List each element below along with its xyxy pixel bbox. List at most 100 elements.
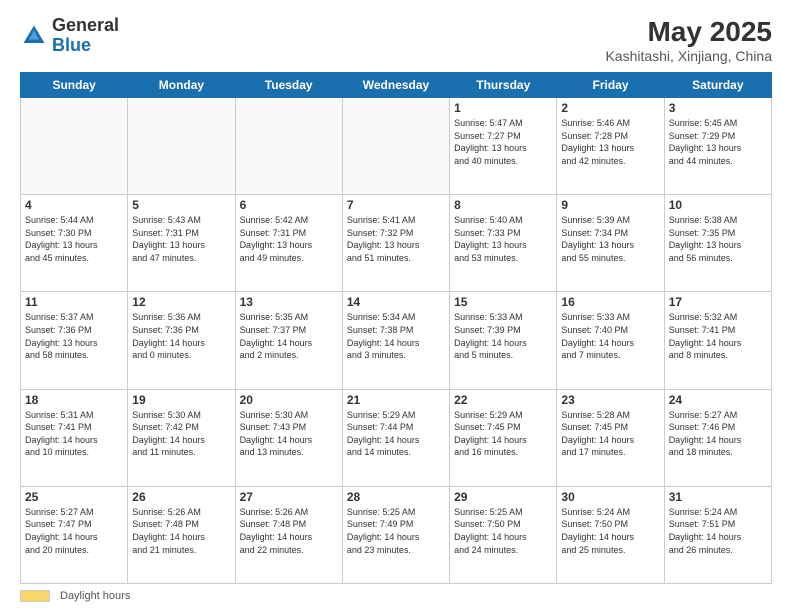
day-of-week-header: Wednesday <box>342 73 449 98</box>
day-info: Sunrise: 5:34 AM Sunset: 7:38 PM Dayligh… <box>347 311 445 361</box>
day-number: 10 <box>669 198 767 212</box>
calendar-cell: 24 Sunrise: 5:27 AM Sunset: 7:46 PM Dayli… <box>664 389 771 486</box>
location: Kashitashi, Xinjiang, China <box>605 48 772 64</box>
day-info: Sunrise: 5:33 AM Sunset: 7:40 PM Dayligh… <box>561 311 659 361</box>
logo-text: General Blue <box>52 16 119 56</box>
calendar-cell: 19 Sunrise: 5:30 AM Sunset: 7:42 PM Dayli… <box>128 389 235 486</box>
day-number: 3 <box>669 101 767 115</box>
day-of-week-header: Sunday <box>21 73 128 98</box>
day-info: Sunrise: 5:25 AM Sunset: 7:50 PM Dayligh… <box>454 506 552 556</box>
day-of-week-header: Saturday <box>664 73 771 98</box>
day-number: 27 <box>240 490 338 504</box>
day-info: Sunrise: 5:44 AM Sunset: 7:30 PM Dayligh… <box>25 214 123 264</box>
day-info: Sunrise: 5:47 AM Sunset: 7:27 PM Dayligh… <box>454 117 552 167</box>
calendar-cell <box>342 98 449 195</box>
day-number: 17 <box>669 295 767 309</box>
calendar-cell: 18Sunrise: 5:31 AM Sunset: 7:41 PM Dayli… <box>21 389 128 486</box>
footer: Daylight hours <box>20 590 772 602</box>
day-number: 14 <box>347 295 445 309</box>
day-number: 23 <box>561 393 659 407</box>
day-info: Sunrise: 5:26 AM Sunset: 7:48 PM Dayligh… <box>132 506 230 556</box>
day-info: Sunrise: 5:29 AM Sunset: 7:45 PM Dayligh… <box>454 409 552 459</box>
day-number: 26 <box>132 490 230 504</box>
day-number: 31 <box>669 490 767 504</box>
logo-icon <box>20 22 48 50</box>
day-info: Sunrise: 5:42 AM Sunset: 7:31 PM Dayligh… <box>240 214 338 264</box>
calendar-cell: 11Sunrise: 5:37 AM Sunset: 7:36 PM Dayli… <box>21 292 128 389</box>
calendar-cell: 23 Sunrise: 5:28 AM Sunset: 7:45 PM Dayli… <box>557 389 664 486</box>
day-info: Sunrise: 5:26 AM Sunset: 7:48 PM Dayligh… <box>240 506 338 556</box>
calendar-cell <box>21 98 128 195</box>
day-number: 24 <box>669 393 767 407</box>
calendar-cell: 29Sunrise: 5:25 AM Sunset: 7:50 PM Dayli… <box>450 486 557 583</box>
day-info: Sunrise: 5:31 AM Sunset: 7:41 PM Dayligh… <box>25 409 123 459</box>
day-info: Sunrise: 5:27 AM Sunset: 7:46 PM Dayligh… <box>669 409 767 459</box>
day-info: Sunrise: 5:43 AM Sunset: 7:31 PM Dayligh… <box>132 214 230 264</box>
calendar-cell: 5 Sunrise: 5:43 AM Sunset: 7:31 PM Daylig… <box>128 195 235 292</box>
day-info: Sunrise: 5:27 AM Sunset: 7:47 PM Dayligh… <box>25 506 123 556</box>
day-number: 13 <box>240 295 338 309</box>
calendar-week-row: 1 Sunrise: 5:47 AM Sunset: 7:27 PM Daylig… <box>21 98 772 195</box>
day-number: 20 <box>240 393 338 407</box>
day-info: Sunrise: 5:24 AM Sunset: 7:50 PM Dayligh… <box>561 506 659 556</box>
calendar-cell: 14 Sunrise: 5:34 AM Sunset: 7:38 PM Dayli… <box>342 292 449 389</box>
day-number: 4 <box>25 198 123 212</box>
day-number: 16 <box>561 295 659 309</box>
day-info: Sunrise: 5:35 AM Sunset: 7:37 PM Dayligh… <box>240 311 338 361</box>
day-info: Sunrise: 5:30 AM Sunset: 7:43 PM Dayligh… <box>240 409 338 459</box>
day-number: 15 <box>454 295 552 309</box>
calendar-cell: 17 Sunrise: 5:32 AM Sunset: 7:41 PM Dayli… <box>664 292 771 389</box>
calendar-week-row: 11Sunrise: 5:37 AM Sunset: 7:36 PM Dayli… <box>21 292 772 389</box>
day-of-week-header: Tuesday <box>235 73 342 98</box>
calendar-cell: 1 Sunrise: 5:47 AM Sunset: 7:27 PM Daylig… <box>450 98 557 195</box>
day-number: 5 <box>132 198 230 212</box>
day-info: Sunrise: 5:30 AM Sunset: 7:42 PM Dayligh… <box>132 409 230 459</box>
daylight-label: Daylight hours <box>60 590 130 602</box>
calendar-cell <box>235 98 342 195</box>
day-info: Sunrise: 5:36 AM Sunset: 7:36 PM Dayligh… <box>132 311 230 361</box>
day-number: 1 <box>454 101 552 115</box>
day-number: 22 <box>454 393 552 407</box>
calendar-cell: 20 Sunrise: 5:30 AM Sunset: 7:43 PM Dayli… <box>235 389 342 486</box>
calendar-week-row: 25 Sunrise: 5:27 AM Sunset: 7:47 PM Dayli… <box>21 486 772 583</box>
day-info: Sunrise: 5:41 AM Sunset: 7:32 PM Dayligh… <box>347 214 445 264</box>
calendar-cell: 16 Sunrise: 5:33 AM Sunset: 7:40 PM Dayli… <box>557 292 664 389</box>
logo: General Blue <box>20 16 119 56</box>
calendar-cell: 26 Sunrise: 5:26 AM Sunset: 7:48 PM Dayli… <box>128 486 235 583</box>
day-info: Sunrise: 5:38 AM Sunset: 7:35 PM Dayligh… <box>669 214 767 264</box>
day-number: 6 <box>240 198 338 212</box>
calendar-cell: 30 Sunrise: 5:24 AM Sunset: 7:50 PM Dayli… <box>557 486 664 583</box>
calendar-cell: 12Sunrise: 5:36 AM Sunset: 7:36 PM Dayli… <box>128 292 235 389</box>
calendar-cell: 22 Sunrise: 5:29 AM Sunset: 7:45 PM Dayli… <box>450 389 557 486</box>
day-info: Sunrise: 5:24 AM Sunset: 7:51 PM Dayligh… <box>669 506 767 556</box>
day-info: Sunrise: 5:28 AM Sunset: 7:45 PM Dayligh… <box>561 409 659 459</box>
day-info: Sunrise: 5:37 AM Sunset: 7:36 PM Dayligh… <box>25 311 123 361</box>
calendar-cell: 15 Sunrise: 5:33 AM Sunset: 7:39 PM Dayli… <box>450 292 557 389</box>
calendar-cell: 6 Sunrise: 5:42 AM Sunset: 7:31 PM Daylig… <box>235 195 342 292</box>
day-info: Sunrise: 5:33 AM Sunset: 7:39 PM Dayligh… <box>454 311 552 361</box>
title-block: May 2025 Kashitashi, Xinjiang, China <box>605 16 772 64</box>
calendar-week-row: 18Sunrise: 5:31 AM Sunset: 7:41 PM Dayli… <box>21 389 772 486</box>
daylight-swatch <box>20 590 50 602</box>
calendar-cell: 21 Sunrise: 5:29 AM Sunset: 7:44 PM Dayli… <box>342 389 449 486</box>
calendar-cell: 13 Sunrise: 5:35 AM Sunset: 7:37 PM Dayli… <box>235 292 342 389</box>
day-info: Sunrise: 5:25 AM Sunset: 7:49 PM Dayligh… <box>347 506 445 556</box>
day-number: 30 <box>561 490 659 504</box>
day-number: 28 <box>347 490 445 504</box>
day-number: 25 <box>25 490 123 504</box>
day-number: 21 <box>347 393 445 407</box>
calendar-cell: 7 Sunrise: 5:41 AM Sunset: 7:32 PM Daylig… <box>342 195 449 292</box>
calendar-cell: 4 Sunrise: 5:44 AM Sunset: 7:30 PM Daylig… <box>21 195 128 292</box>
calendar-header-row: SundayMondayTuesdayWednesdayThursdayFrid… <box>21 73 772 98</box>
day-number: 7 <box>347 198 445 212</box>
day-number: 19 <box>132 393 230 407</box>
calendar-cell: 27 Sunrise: 5:26 AM Sunset: 7:48 PM Dayli… <box>235 486 342 583</box>
day-info: Sunrise: 5:39 AM Sunset: 7:34 PM Dayligh… <box>561 214 659 264</box>
day-info: Sunrise: 5:32 AM Sunset: 7:41 PM Dayligh… <box>669 311 767 361</box>
day-info: Sunrise: 5:29 AM Sunset: 7:44 PM Dayligh… <box>347 409 445 459</box>
logo-blue: Blue <box>52 35 91 55</box>
day-of-week-header: Thursday <box>450 73 557 98</box>
calendar-cell: 28 Sunrise: 5:25 AM Sunset: 7:49 PM Dayli… <box>342 486 449 583</box>
calendar-week-row: 4 Sunrise: 5:44 AM Sunset: 7:30 PM Daylig… <box>21 195 772 292</box>
calendar-cell: 3Sunrise: 5:45 AM Sunset: 7:29 PM Daylig… <box>664 98 771 195</box>
